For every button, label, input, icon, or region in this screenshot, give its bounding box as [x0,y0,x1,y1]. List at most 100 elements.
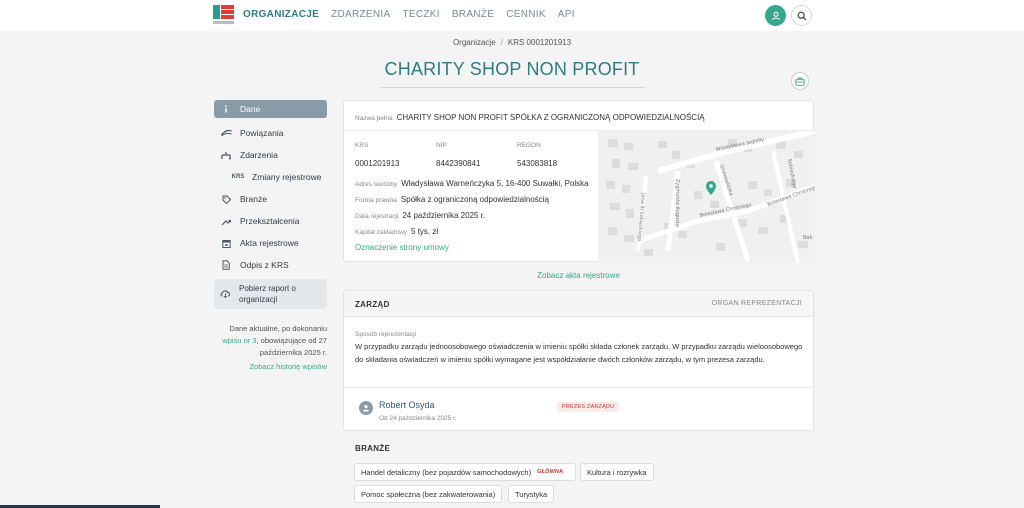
full-name-label: Nazwa pełna [355,115,393,122]
map-street-label: Bolesława Chrobrego [767,184,815,208]
industry-label: Kultura i rozrywka [587,467,647,477]
map-canvas: Władysława Jagiełły Grunwaldzka Bolesław… [606,131,815,263]
industry-label: Handel detaliczny (bez pojazdów samochod… [361,467,532,477]
nav-teczki[interactable]: TECZKI [402,9,439,20]
address-value: Władysława Warneńczyka 5, 16-400 Suwałki… [401,179,589,188]
sidebar-item-label: Powiązania [240,128,284,138]
sidebar-item-odpis-z-krs[interactable]: Odpis z KRS [214,254,327,276]
sidebar-item-zmiany-rejestrowe[interactable]: KRS Zmiany rejestrowe [214,166,327,188]
nav-api[interactable]: API [558,9,575,20]
see-registry-files-link[interactable]: Zobacz akta rejestrowe [343,271,814,280]
sidebar-item-label: Dane [240,104,261,114]
capital-row: Kapitał zakładowy 5 tys. zł [355,227,438,236]
map-street-label: Jana III Sobieskiego [636,192,646,242]
main-nav: ORGANIZACJE ZDARZENIA TECZKI BRANŻE CENN… [243,9,575,20]
page-title: CHARITY SHOP NON PROFIT [384,59,640,79]
nav-zdarzenia[interactable]: ZDARZENIA [331,9,390,20]
nip-field: NIP 8442390841 [436,142,481,171]
entry-link[interactable]: wpisu nr 3 [222,336,256,345]
regon-label: REGON [517,142,541,149]
location-map[interactable]: Władysława Jagiełły Grunwaldzka Bolesław… [598,131,815,263]
address-row: Adres siedziby Władysława Warneńczyka 5,… [355,179,589,188]
download-report-button[interactable]: Pobierz raport o organizacji [214,279,327,309]
statute-link[interactable]: Oznaczenie strony umowy [355,243,449,252]
breadcrumb: Organizacje / KRS 0001201913 [0,38,1024,47]
sidebar-item-label: Przekształcenia [240,216,300,226]
sidebar-item-label: Akta rejestrowe [240,238,299,248]
sidebar-item-powiazania[interactable]: Powiązania [214,122,327,144]
add-to-folder-button[interactable] [791,72,809,90]
person-icon [363,405,369,412]
search-button[interactable] [791,5,812,26]
info-icon [220,105,232,113]
regon-field: REGON 543083818 [517,142,557,171]
calendar-icon [220,239,232,248]
nip-label: NIP [436,142,447,149]
map-street-label: Bak [803,235,812,241]
representation-text: W przypadku zarządu jednoosobowego oświa… [355,342,803,364]
krs-field: KRS 0001201913 [355,142,400,171]
sidebar-item-zdarzenia[interactable]: Zdarzenia [214,144,327,166]
regon-value: 543083818 [517,159,558,168]
board-organ-label: ORGAN REPREZENTACJI [711,300,802,307]
industry-label: Turystyka [515,489,548,499]
registration-date-value: 24 października 2025 r. [402,211,486,220]
logo[interactable] [213,5,234,26]
data-freshness-info: Dane aktualne, po dokonaniu wpisu nr 3, … [214,323,327,359]
legal-form-row: Forma prawna Spółka z ograniczoną odpowi… [355,195,549,204]
full-name-row: Nazwa pełna CHARITY SHOP NON PROFIT SPÓŁ… [355,113,705,122]
sidebar: Dane Powiązania Zdarzenia KRS Zmiany rej… [214,100,327,276]
sidebar-item-branze[interactable]: Branże [214,188,327,210]
history-link[interactable]: Zobacz historię wpisów [214,362,327,371]
top-bar: ORGANIZACJE ZDARZENIA TECZKI BRANŻE CENN… [0,0,1024,31]
sidebar-item-label: Zmiany rejestrowe [252,172,322,182]
tag-icon [220,195,232,204]
capital-label: Kapitał zakładowy [355,229,408,236]
industry-chip[interactable]: Kultura i rozrywka [580,463,654,481]
briefcase-icon [795,77,805,86]
divider [344,387,813,388]
nav-cennik[interactable]: CENNIK [506,9,546,20]
nav-organizacje[interactable]: ORGANIZACJE [243,9,319,20]
map-street-label: Zygmunta Augusta [674,179,680,227]
cloud-download-icon [220,285,231,305]
board-member-since: Od 24 października 2025 r. [379,415,457,422]
sidebar-item-label: Odpis z KRS [240,260,289,270]
company-details-card: Nazwa pełna CHARITY SHOP NON PROFIT SPÓŁ… [343,100,815,263]
industry-chip[interactable]: Pomoc społeczna (bez zakwaterowania) [354,485,503,503]
download-report-label: Pobierz raport o organizacji [239,284,296,304]
sidebar-item-label: Branże [240,194,267,204]
info-middle: , obowiązujące od [256,336,317,345]
avatar [359,401,373,415]
user-account-button[interactable] [765,5,786,26]
user-icon [771,11,780,20]
industry-chip[interactable]: Turystyka [508,485,555,503]
capital-value: 5 tys. zł [411,227,439,236]
breadcrumb-current: KRS 0001201913 [507,38,572,47]
role-badge: PREZES ZARZĄDU [557,402,620,412]
sidebar-item-przeksztalcenia[interactable]: Przekształcenia [214,210,327,232]
sidebar-item-dane[interactable]: Dane [214,100,327,118]
krs-value: 0001201913 [355,159,400,168]
main-industry-badge: GŁÓWNA [537,469,564,475]
legal-form-label: Forma prawna [355,197,397,204]
legal-form-value: Spółka z ograniczoną odpowiedzialnością [400,195,549,204]
nip-value: 8442390841 [436,159,481,168]
industries-title: BRANŻE [355,444,391,453]
board-header: ZARZĄD ORGAN REPREZENTACJI [344,291,813,317]
breadcrumb-root[interactable]: Organizacje [453,38,496,47]
map-pin-icon [706,181,716,195]
title-underline [380,87,645,88]
krs-icon: KRS [231,174,245,180]
network-icon [220,129,232,137]
industry-chip[interactable]: Handel detaliczny (bez pojazdów samochod… [354,463,576,481]
info-prefix: Dane aktualne, po dokonaniu [229,324,327,333]
breadcrumb-separator: / [500,38,503,47]
sidebar-item-akta-rejestrowe[interactable]: Akta rejestrowe [214,232,327,254]
board-title: ZARZĄD [355,300,390,309]
transform-icon [220,217,232,226]
registration-date-label: Data rejestracji [355,213,399,220]
nav-branze[interactable]: BRANŻE [452,9,494,20]
board-card: ZARZĄD ORGAN REPREZENTACJI Sposób reprez… [343,290,814,431]
board-member-name[interactable]: Robert Osyda [379,400,435,410]
